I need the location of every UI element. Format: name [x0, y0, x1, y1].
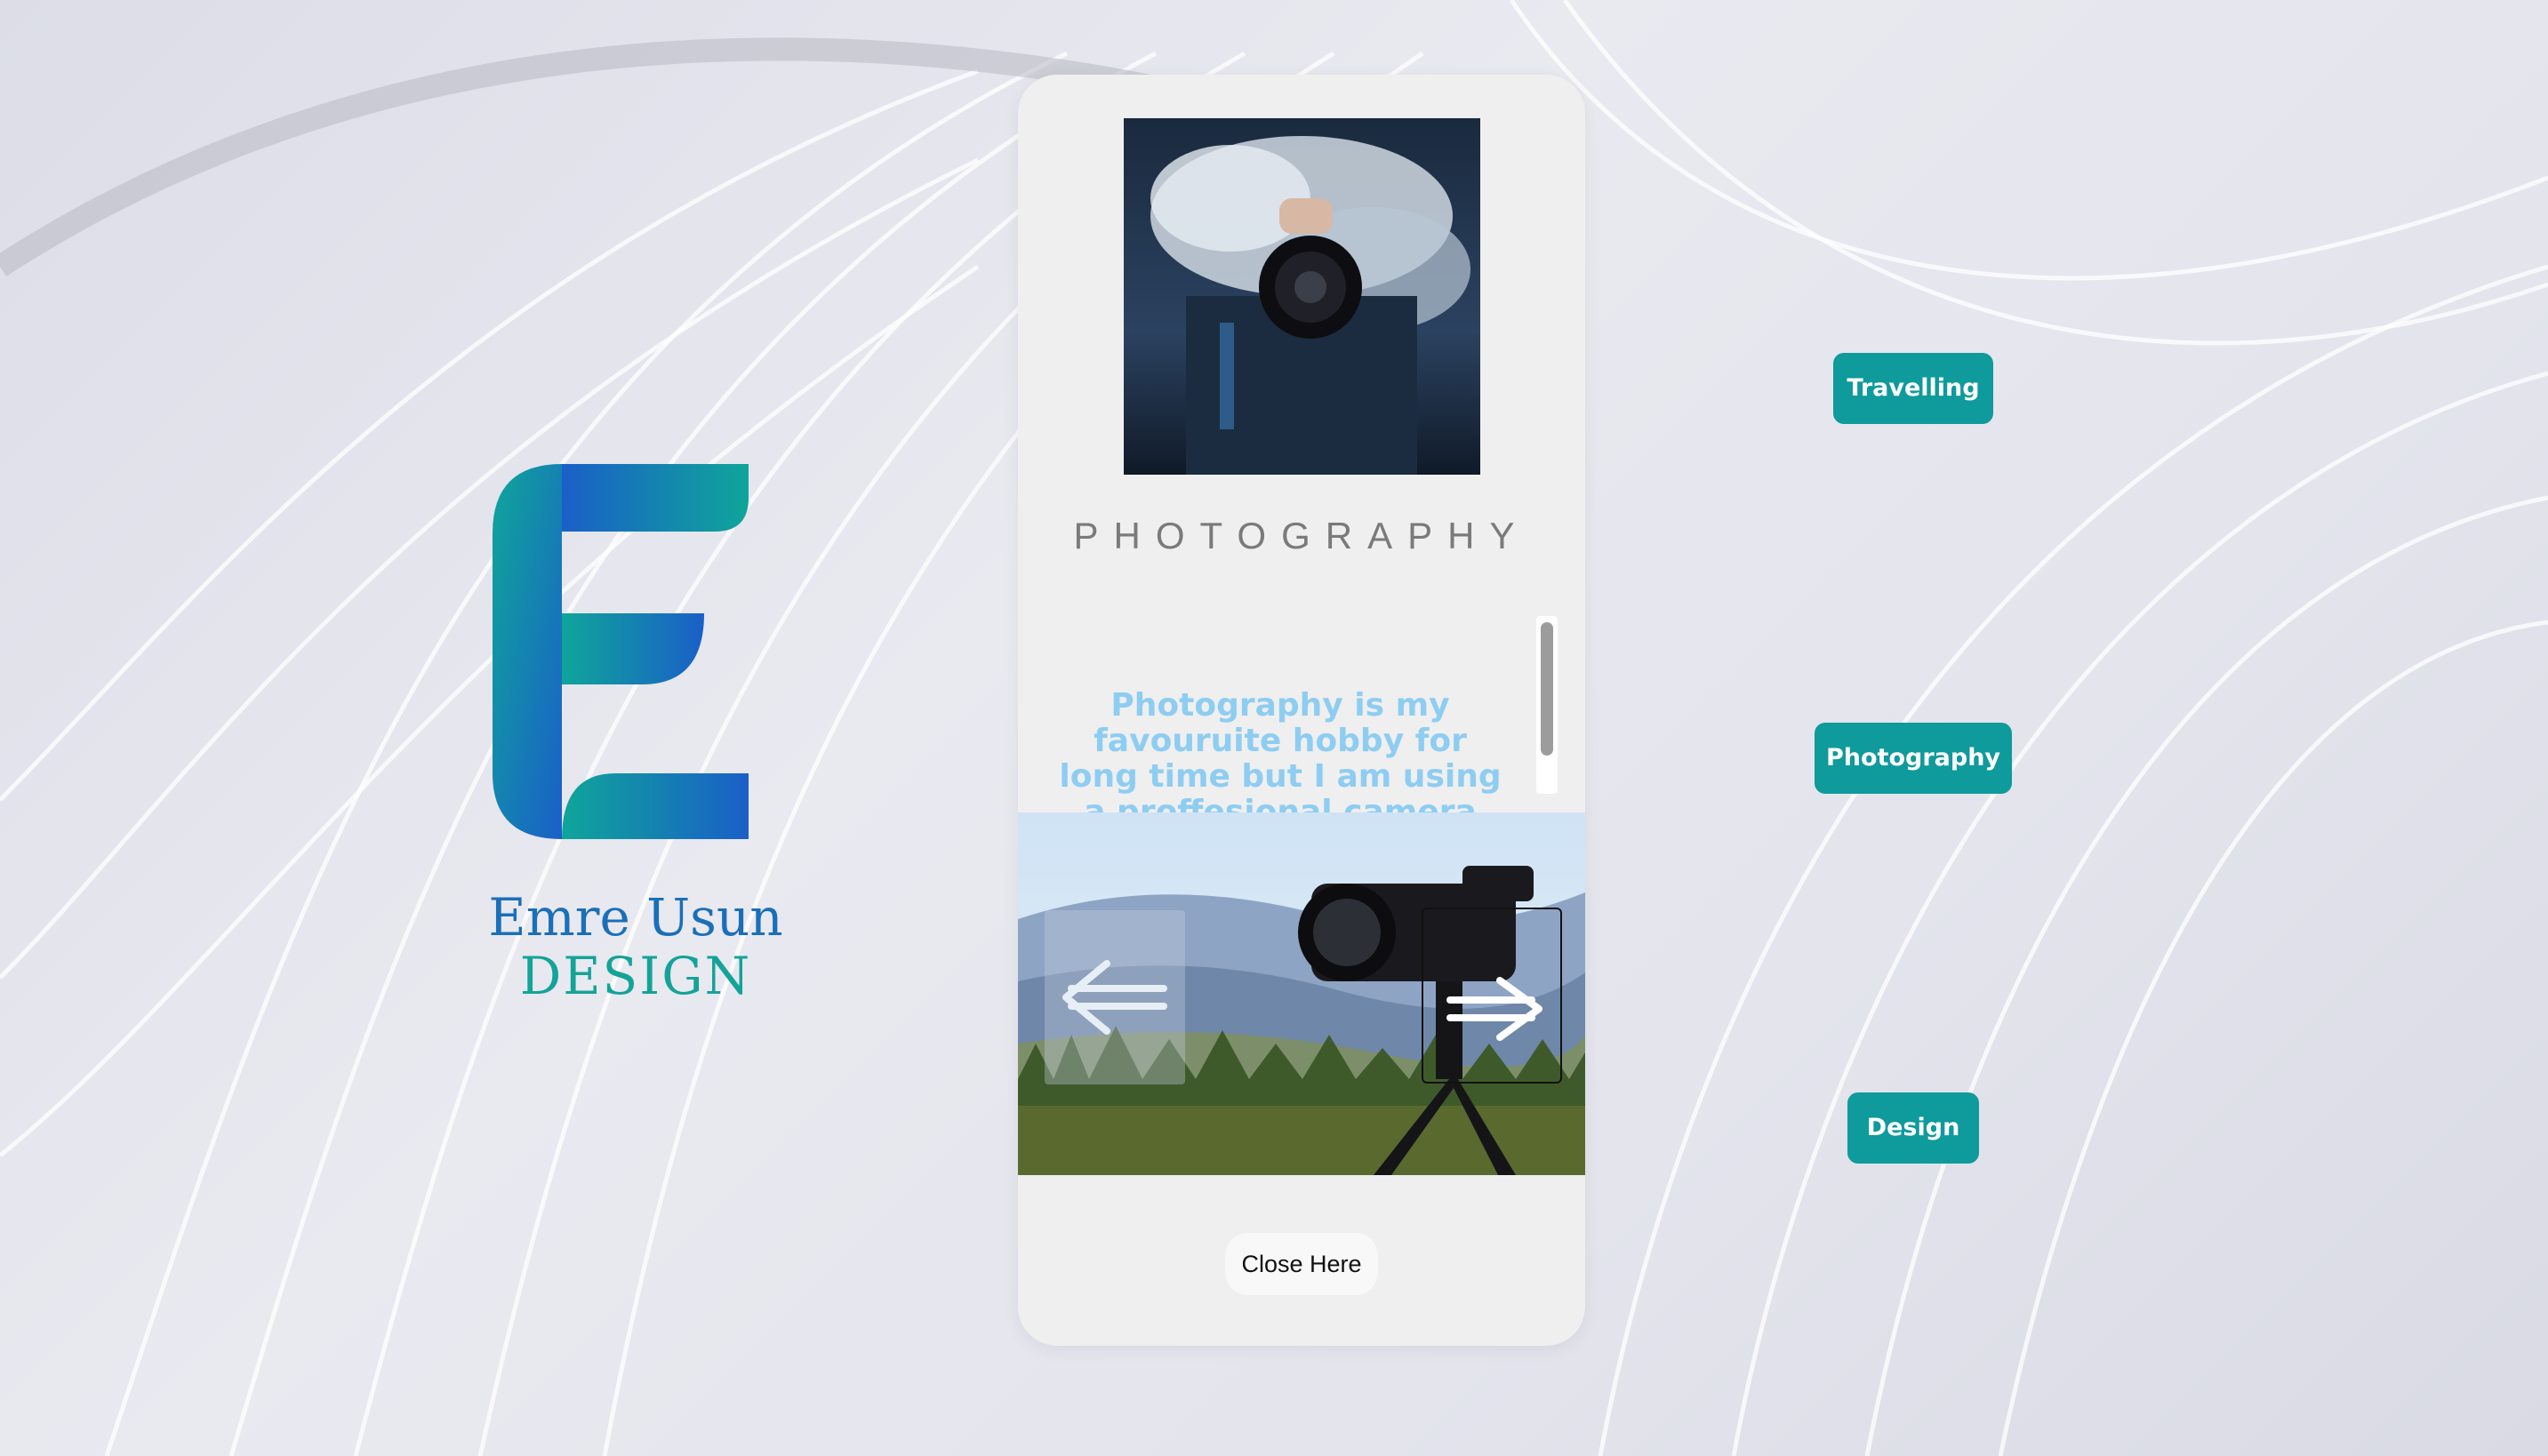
- slider-prev-button[interactable]: [1045, 910, 1185, 1084]
- brand-name: Emre Usun: [488, 887, 783, 948]
- brand-subtitle: DESIGN: [519, 946, 752, 1006]
- logo-e-icon: [493, 464, 749, 839]
- photography-modal: PHOTOGRAPHY Photography is my favouruite…: [1018, 75, 1585, 1346]
- close-button[interactable]: Close Here: [1225, 1233, 1378, 1295]
- scrollbar-thumb[interactable]: [1541, 622, 1553, 756]
- photographer-photo: [1124, 118, 1480, 475]
- photography-button[interactable]: Photography: [1815, 723, 2012, 794]
- travelling-button[interactable]: Travelling: [1833, 353, 1993, 424]
- design-button[interactable]: Design: [1847, 1092, 1979, 1164]
- arrow-right-icon: [1446, 977, 1542, 1041]
- slider-next-button[interactable]: [1422, 908, 1562, 1084]
- modal-title: PHOTOGRAPHY: [1073, 515, 1530, 556]
- arrow-left-icon: [1062, 960, 1167, 1035]
